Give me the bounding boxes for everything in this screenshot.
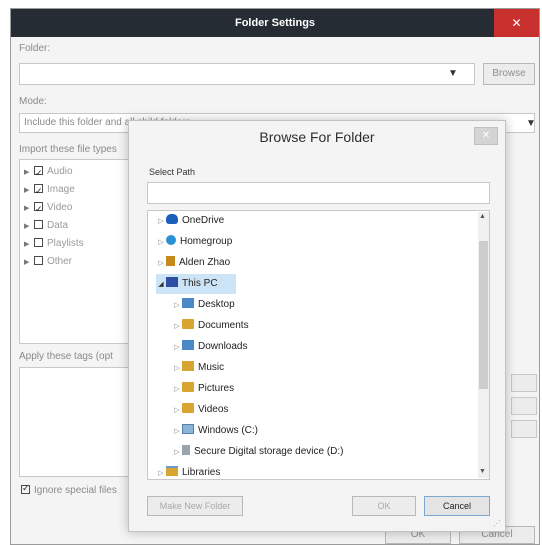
file-types-label: Import these file types (19, 144, 117, 155)
side-button-2[interactable] (511, 397, 537, 415)
tree-item-videos[interactable]: ▷ Videos (172, 400, 228, 420)
expand-icon[interactable]: ▷ (156, 464, 166, 479)
folder-input[interactable] (19, 63, 475, 85)
checkbox-image[interactable] (34, 182, 43, 200)
tree-item-pictures[interactable]: ▷ Pictures (172, 379, 234, 399)
expand-icon[interactable]: ▷ (172, 317, 182, 337)
tags-input[interactable] (19, 367, 139, 477)
ignore-special-files[interactable]: Ignore special files (21, 483, 117, 496)
scrollbar-thumb[interactable] (479, 241, 488, 389)
expand-icon[interactable]: ▶ (24, 254, 34, 272)
expand-icon[interactable]: ▶ (24, 164, 34, 182)
browse-button[interactable]: Browse (483, 63, 535, 85)
filetype-other[interactable]: ▶ Other (24, 253, 72, 271)
tree-item-desktop[interactable]: ▷ Desktop (172, 295, 235, 315)
close-icon: ✕ (481, 130, 491, 141)
dialog-close-button[interactable]: ✕ (474, 127, 498, 145)
checkbox-video[interactable] (34, 200, 43, 218)
folder-label: Folder: (19, 43, 51, 54)
file-types-list: ▶Audio ▶Image ▶Video ▶Data ▶Playlists ▶O… (19, 159, 139, 344)
checkbox-ignore[interactable] (21, 483, 30, 494)
homegroup-icon (166, 235, 176, 245)
select-path-label: Select Path (149, 167, 196, 177)
expand-icon[interactable]: ▷ (172, 338, 182, 358)
tree-item-onedrive[interactable]: ▷ OneDrive (156, 211, 224, 231)
videos-folder-icon (182, 403, 194, 413)
tree-item-documents[interactable]: ▷ Documents (172, 316, 249, 336)
close-icon: ✕ (511, 16, 522, 30)
tree-item-this-pc[interactable]: ◢ This PC (156, 274, 236, 294)
select-path-input[interactable] (147, 182, 490, 204)
expand-icon[interactable]: ▶ (24, 236, 34, 254)
resize-grip-icon[interactable]: ⋰ (493, 519, 501, 528)
tags-label: Apply these tags (opt (19, 351, 113, 362)
expand-icon[interactable]: ▶ (24, 200, 34, 218)
checkbox-playlists[interactable] (34, 238, 43, 247)
user-folder-icon (166, 256, 175, 266)
tree-item-sd-card[interactable]: ▷ Secure Digital storage device (D:) (172, 442, 344, 462)
sd-card-icon (182, 445, 190, 455)
folder-dropdown-icon[interactable]: ▼ (448, 68, 458, 79)
dialog-cancel-button[interactable]: Cancel (424, 496, 490, 516)
scroll-down-icon[interactable]: ▼ (479, 468, 486, 475)
close-button[interactable]: ✕ (494, 9, 539, 37)
scroll-up-icon[interactable]: ▲ (479, 213, 486, 220)
tree-item-libraries[interactable]: ▷ Libraries (156, 463, 220, 479)
mode-label: Mode: (19, 96, 47, 107)
dialog-ok-button[interactable]: OK (352, 496, 416, 516)
checkbox-other[interactable] (34, 256, 43, 265)
tree-item-homegroup[interactable]: ▷ Homegroup (156, 232, 232, 252)
dialog-title: Browse For Folder (259, 129, 375, 145)
expand-icon[interactable]: ▷ (172, 359, 182, 379)
computer-icon (166, 277, 178, 287)
checkbox-data[interactable] (34, 220, 43, 229)
tree-item-downloads[interactable]: ▷ Downloads (172, 337, 247, 357)
documents-folder-icon (182, 319, 194, 329)
filetype-image[interactable]: ▶Image (24, 181, 75, 200)
expand-icon[interactable]: ▷ (156, 254, 166, 274)
onedrive-icon (166, 214, 178, 224)
filetype-data[interactable]: ▶ Data (24, 217, 68, 235)
music-folder-icon (182, 361, 194, 371)
pictures-folder-icon (182, 382, 194, 392)
downloads-folder-icon (182, 340, 194, 350)
tree-item-music[interactable]: ▷ Music (172, 358, 224, 378)
filetype-video[interactable]: ▶Video (24, 199, 72, 218)
folder-settings-title: Folder Settings (11, 9, 539, 37)
folder-tree[interactable]: ▷ OneDrive ▷ Homegroup ▷ Alden Zhao ◢ This P… (147, 210, 490, 480)
tree-item-windows-c[interactable]: ▷ Windows (C:) (172, 421, 258, 441)
libraries-icon (166, 466, 178, 476)
expand-icon[interactable]: ▷ (156, 233, 166, 253)
mode-dropdown-icon[interactable]: ▼ (526, 118, 536, 129)
expand-icon[interactable]: ▷ (172, 401, 182, 421)
expand-icon[interactable]: ▷ (172, 443, 182, 463)
browse-for-folder-dialog: Browse For Folder ✕ Select Path ▷ OneDriv… (128, 120, 506, 532)
drive-icon (182, 424, 194, 434)
expand-icon[interactable]: ▶ (24, 218, 34, 236)
make-new-folder-button[interactable]: Make New Folder (147, 496, 243, 516)
expand-icon[interactable]: ▷ (172, 296, 182, 316)
tree-item-alden-zhao[interactable]: ▷ Alden Zhao (156, 253, 230, 273)
filetype-audio[interactable]: ▶Audio (24, 163, 73, 182)
expand-icon[interactable]: ▶ (24, 182, 34, 200)
collapse-icon[interactable]: ◢ (156, 275, 166, 295)
expand-icon[interactable]: ▷ (172, 380, 182, 400)
side-button-3[interactable] (511, 420, 537, 438)
checkbox-audio[interactable] (34, 164, 43, 182)
filetype-playlists[interactable]: ▶ Playlists (24, 235, 84, 253)
desktop-folder-icon (182, 298, 194, 308)
expand-icon[interactable]: ▷ (156, 212, 166, 232)
expand-icon[interactable]: ▷ (172, 422, 182, 442)
side-button-1[interactable] (511, 374, 537, 392)
